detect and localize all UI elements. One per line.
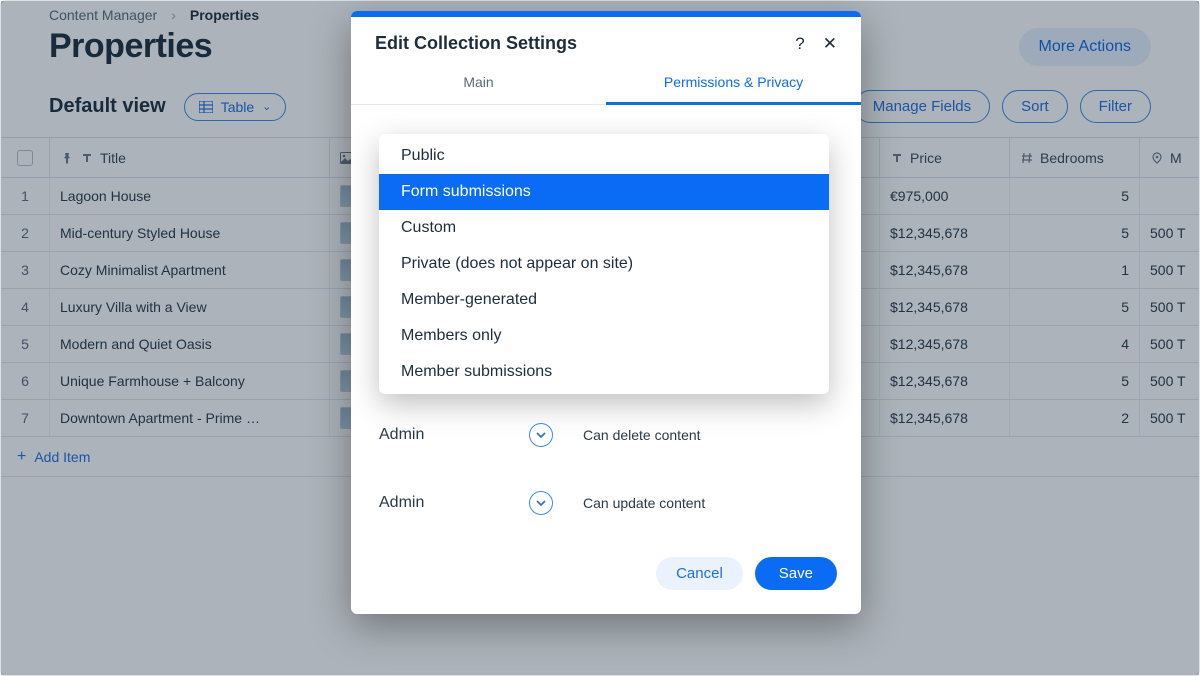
permission-row: Admin Can delete content <box>379 401 833 469</box>
column-location-label: M <box>1170 150 1182 166</box>
permission-role: Admin <box>379 426 499 444</box>
view-name: Default view <box>49 95 166 118</box>
cell-bedrooms: 2 <box>1009 400 1139 436</box>
cell-title: Mid-century Styled House <box>49 215 329 251</box>
add-item-label: Add Item <box>34 449 90 465</box>
tab-permissions[interactable]: Permissions & Privacy <box>606 64 861 105</box>
row-index: 1 <box>1 178 49 214</box>
cell-location: 500 T <box>1139 363 1200 399</box>
dropdown-option[interactable]: Members only <box>379 318 829 354</box>
column-title-label: Title <box>100 150 126 166</box>
tab-main[interactable]: Main <box>351 64 606 104</box>
dropdown-option[interactable]: Private (does not appear on site) <box>379 246 829 282</box>
view-mode-label: Table <box>221 99 254 115</box>
dropdown-option[interactable]: Member submissions <box>379 354 829 390</box>
cell-location: 500 T <box>1139 326 1200 362</box>
cell-location: 500 T <box>1139 400 1200 436</box>
permissions-type-dropdown[interactable]: PublicForm submissionsCustomPrivate (doe… <box>379 134 829 394</box>
chevron-right-icon: › <box>171 7 176 23</box>
cell-bedrooms: 5 <box>1009 289 1139 325</box>
cell-title: Lagoon House <box>49 178 329 214</box>
column-bedrooms[interactable]: Bedrooms <box>1009 138 1139 177</box>
view-mode-select[interactable]: Table ⌄ <box>184 93 287 121</box>
manage-fields-button[interactable]: Manage Fields <box>854 90 990 123</box>
page-title: Properties <box>49 27 212 66</box>
text-icon <box>80 151 94 165</box>
help-icon[interactable]: ? <box>795 34 804 54</box>
role-select[interactable] <box>529 423 553 447</box>
filter-button[interactable]: Filter <box>1080 90 1151 123</box>
row-index: 6 <box>1 363 49 399</box>
column-price-label: Price <box>910 150 942 166</box>
column-bedrooms-label: Bedrooms <box>1040 150 1104 166</box>
permission-role: Admin <box>379 494 499 512</box>
cancel-button[interactable]: Cancel <box>656 557 743 590</box>
cell-price: $12,345,678 <box>879 400 1009 436</box>
column-title[interactable]: Title <box>49 138 329 177</box>
cell-price: €975,000 <box>879 178 1009 214</box>
number-icon <box>1020 151 1034 165</box>
cell-title: Unique Farmhouse + Balcony <box>49 363 329 399</box>
dropdown-option[interactable]: Custom <box>379 210 829 246</box>
row-index: 3 <box>1 252 49 288</box>
cell-title: Cozy Minimalist Apartment <box>49 252 329 288</box>
row-index: 4 <box>1 289 49 325</box>
table-icon <box>199 101 213 113</box>
permission-row: Admin Can update content <box>379 469 833 537</box>
cell-price: $12,345,678 <box>879 252 1009 288</box>
cell-price: $12,345,678 <box>879 215 1009 251</box>
cell-title: Downtown Apartment - Prime … <box>49 400 329 436</box>
dropdown-option[interactable]: Public <box>379 138 829 174</box>
column-location[interactable]: M <box>1139 138 1200 177</box>
cell-location <box>1139 178 1200 214</box>
pin-icon <box>60 151 74 165</box>
cell-bedrooms: 5 <box>1009 363 1139 399</box>
breadcrumb-root[interactable]: Content Manager <box>49 7 157 23</box>
row-index: 2 <box>1 215 49 251</box>
permission-capability: Can delete content <box>583 427 701 443</box>
role-select[interactable] <box>529 491 553 515</box>
cell-location: 500 T <box>1139 215 1200 251</box>
cell-price: $12,345,678 <box>879 363 1009 399</box>
cell-bedrooms: 5 <box>1009 178 1139 214</box>
modal-title: Edit Collection Settings <box>375 33 577 54</box>
cell-bedrooms: 1 <box>1009 252 1139 288</box>
close-icon[interactable]: ✕ <box>823 34 837 54</box>
location-icon <box>1150 151 1164 165</box>
cell-bedrooms: 5 <box>1009 215 1139 251</box>
text-icon <box>890 151 904 165</box>
dropdown-option[interactable]: Form submissions <box>379 174 829 210</box>
sort-button[interactable]: Sort <box>1002 90 1068 123</box>
plus-icon: + <box>17 448 26 466</box>
permission-capability: Can update content <box>583 495 705 511</box>
row-index: 7 <box>1 400 49 436</box>
cell-price: $12,345,678 <box>879 326 1009 362</box>
cell-location: 500 T <box>1139 289 1200 325</box>
row-index: 5 <box>1 326 49 362</box>
cell-bedrooms: 4 <box>1009 326 1139 362</box>
chevron-down-icon: ⌄ <box>262 100 271 113</box>
cell-price: $12,345,678 <box>879 289 1009 325</box>
dropdown-option[interactable]: Member-generated <box>379 282 829 318</box>
breadcrumb-current: Properties <box>190 7 259 23</box>
cell-title: Luxury Villa with a View <box>49 289 329 325</box>
select-all-checkbox[interactable] <box>17 150 33 166</box>
column-price[interactable]: Price <box>879 138 1009 177</box>
cell-location: 500 T <box>1139 252 1200 288</box>
save-button[interactable]: Save <box>755 557 837 590</box>
cell-title: Modern and Quiet Oasis <box>49 326 329 362</box>
more-actions-button[interactable]: More Actions <box>1019 28 1151 66</box>
